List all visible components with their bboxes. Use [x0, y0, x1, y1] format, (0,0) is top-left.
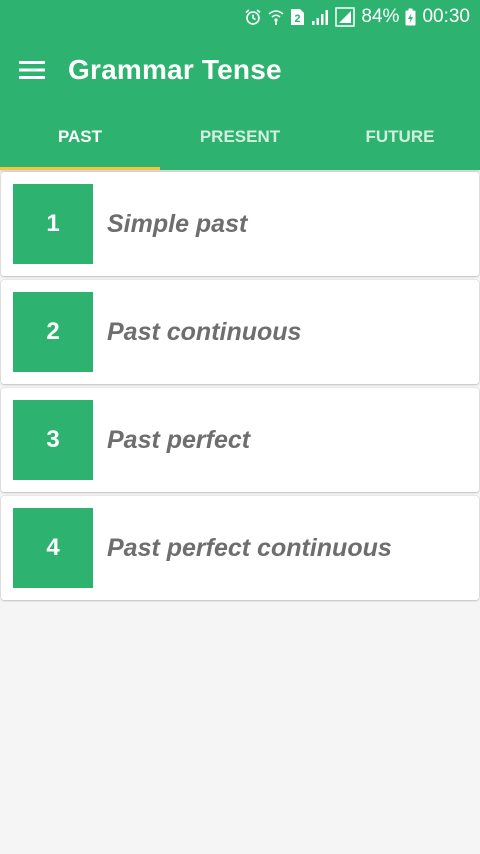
list-item-past-perfect-continuous[interactable]: 4 Past perfect continuous	[1, 496, 479, 600]
tab-present[interactable]: PRESENT	[160, 106, 320, 170]
sim-badge-text: 2	[295, 13, 301, 25]
app-title: Grammar Tense	[68, 54, 282, 85]
battery-charging-icon	[405, 7, 416, 27]
item-label: Past perfect	[107, 425, 251, 454]
item-label: Past continuous	[107, 317, 302, 346]
tab-future[interactable]: FUTURE	[320, 106, 480, 170]
list-item-past-continuous[interactable]: 2 Past continuous	[1, 280, 479, 384]
signal-icon	[311, 7, 329, 27]
tab-bar: PAST PRESENT FUTURE	[0, 106, 480, 170]
wifi-icon	[268, 7, 284, 27]
tense-list: 1 Simple past 2 Past continuous 3 Past p…	[1, 172, 479, 604]
item-number-badge: 1	[13, 184, 93, 264]
status-bar: 2 84% 00:30	[0, 0, 480, 34]
item-number-badge: 3	[13, 400, 93, 480]
app-bar: Grammar Tense	[0, 34, 480, 106]
list-item-past-perfect[interactable]: 3 Past perfect	[1, 388, 479, 492]
item-label: Past perfect continuous	[107, 533, 392, 562]
item-number-badge: 4	[13, 508, 93, 588]
list-item-simple-past[interactable]: 1 Simple past	[1, 172, 479, 276]
signal-box-icon	[335, 7, 356, 27]
sim-2-icon: 2	[290, 7, 305, 27]
clock-time: 00:30	[422, 6, 470, 27]
hamburger-menu-icon[interactable]	[0, 34, 64, 106]
item-number-badge: 2	[13, 292, 93, 372]
tab-past[interactable]: PAST	[0, 106, 160, 170]
item-label: Simple past	[107, 209, 248, 238]
alarm-icon	[244, 7, 262, 27]
battery-percent: 84%	[361, 6, 400, 27]
